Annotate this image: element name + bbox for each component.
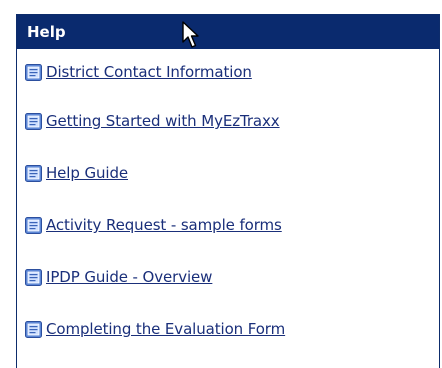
document-icon bbox=[25, 112, 42, 130]
mouse-pointer-icon bbox=[182, 21, 199, 48]
list-item: IPDP Guide - Overview bbox=[17, 251, 439, 303]
link-help-guide[interactable]: Help Guide bbox=[46, 164, 128, 182]
help-panel-header: Help bbox=[17, 15, 439, 49]
document-icon bbox=[25, 164, 42, 182]
list-item: Getting Started with MyEzTraxx bbox=[17, 95, 439, 147]
link-completing-evaluation-form[interactable]: Completing the Evaluation Form bbox=[46, 320, 285, 338]
document-icon bbox=[25, 216, 42, 234]
list-item: District Contact Information bbox=[17, 49, 439, 95]
document-icon bbox=[25, 268, 42, 286]
help-link-list: District Contact Information Getting Sta… bbox=[17, 49, 439, 355]
document-icon bbox=[25, 320, 42, 338]
help-panel-title: Help bbox=[27, 23, 66, 41]
help-panel: Help District Contact Information Gettin… bbox=[16, 14, 440, 368]
link-getting-started[interactable]: Getting Started with MyEzTraxx bbox=[46, 112, 280, 130]
list-item: Help Guide bbox=[17, 147, 439, 199]
link-district-contact-information[interactable]: District Contact Information bbox=[46, 63, 252, 81]
list-item: Activity Request - sample forms bbox=[17, 199, 439, 251]
document-icon bbox=[25, 63, 42, 81]
link-ipdp-guide-overview[interactable]: IPDP Guide - Overview bbox=[46, 268, 212, 286]
list-item: Completing the Evaluation Form bbox=[17, 303, 439, 355]
link-activity-request-sample-forms[interactable]: Activity Request - sample forms bbox=[46, 216, 282, 234]
